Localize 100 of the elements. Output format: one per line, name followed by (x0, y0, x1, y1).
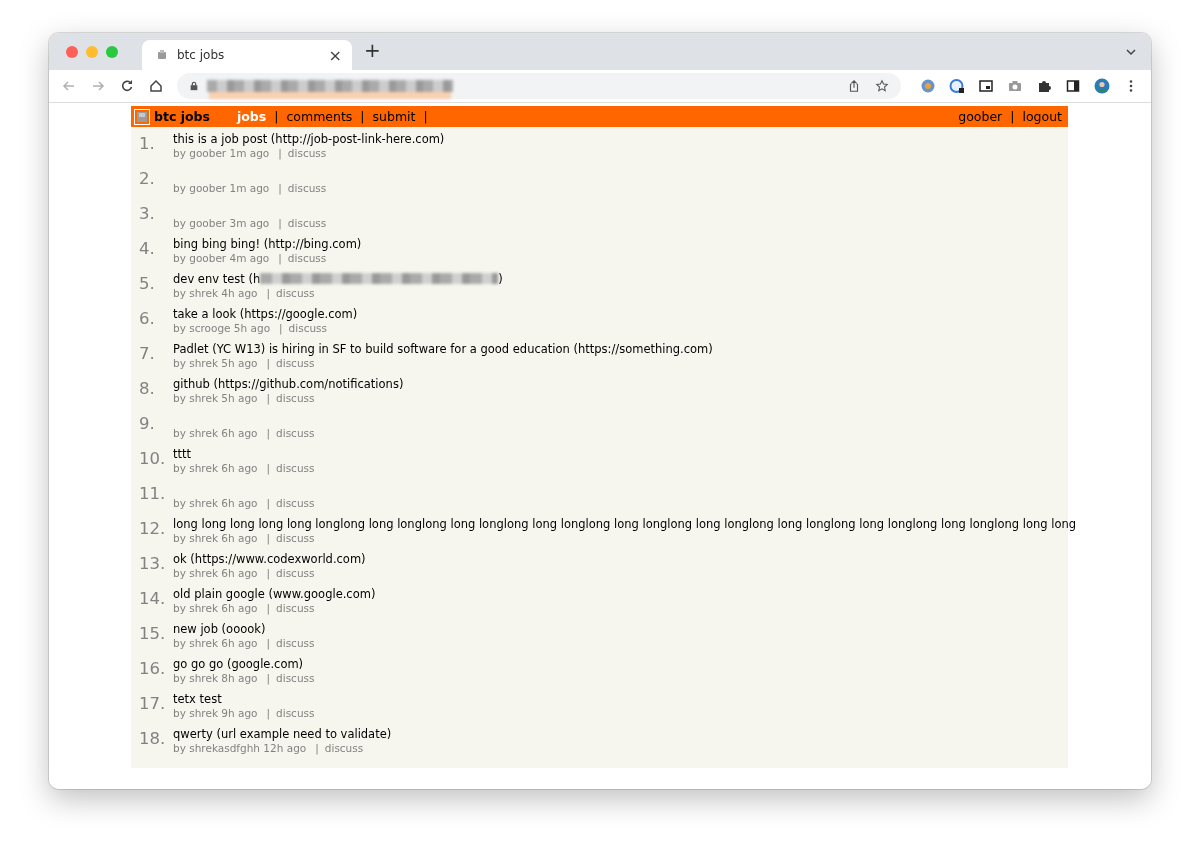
separator: | (266, 497, 271, 509)
rank-number: 14. (138, 588, 167, 610)
discuss-link[interactable]: discuss (288, 322, 328, 334)
discuss-link[interactable]: discuss (287, 147, 327, 159)
separator: | (266, 567, 271, 579)
discuss-link[interactable]: discuss (276, 427, 315, 439)
rank-number: 17. (138, 693, 167, 715)
discuss-link[interactable]: discuss (276, 532, 315, 544)
byline: by shrek 8h ago (173, 672, 258, 684)
rank-number: 10. (138, 448, 167, 470)
byline: by shrek 6h ago (173, 532, 258, 544)
discuss-link[interactable]: discuss (276, 602, 315, 614)
separator: | (360, 109, 365, 124)
separator: | (266, 602, 271, 614)
discuss-link[interactable]: discuss (287, 217, 327, 229)
job-title-link[interactable]: take a look (https://google.com) (173, 306, 358, 321)
byline: by shrek 6h ago (173, 427, 258, 439)
discuss-link[interactable]: discuss (287, 182, 327, 194)
rank-number: 6. (138, 308, 156, 330)
rank-number: 18. (138, 728, 167, 750)
separator: | (274, 109, 279, 124)
side-panel-icon[interactable] (1065, 78, 1081, 94)
job-title-link[interactable]: github (https://github.com/notifications) (173, 376, 404, 391)
discuss-link[interactable]: discuss (276, 637, 315, 649)
job-title-link[interactable]: long long long long long longlong long longlong long longlong long longlong long longlong long longlong long longlong long longlong long longlong long long (173, 516, 1077, 531)
byline: by shrek 5h ago (173, 357, 258, 369)
byline: by shrekasdfghh 12h ago (173, 742, 307, 754)
job-title-link[interactable]: go go go (google.com) (173, 656, 304, 671)
rank-number: 7. (138, 343, 156, 365)
picture-in-picture-icon[interactable] (978, 78, 994, 94)
camera-icon[interactable] (1007, 78, 1023, 94)
username-link[interactable]: goober (958, 109, 1003, 124)
discuss-link[interactable]: discuss (324, 742, 364, 754)
separator: | (278, 217, 282, 229)
separator: | (266, 392, 271, 404)
byline: by goober 1m ago (173, 182, 270, 194)
separator: | (278, 252, 282, 264)
tab-title: btc jobs (177, 48, 226, 62)
logout-link[interactable]: logout (1022, 109, 1062, 124)
discuss-link[interactable]: discuss (276, 462, 315, 474)
site-title[interactable]: btc jobs (154, 109, 210, 124)
extension-icon[interactable] (920, 78, 936, 94)
byline: by goober 4m ago (173, 252, 270, 264)
rank-number: 13. (138, 553, 167, 575)
discuss-link[interactable]: discuss (276, 392, 315, 404)
byline: by shrek 6h ago (173, 462, 258, 474)
share-icon[interactable] (847, 79, 861, 93)
separator: | (266, 532, 271, 544)
byline: by shrek 6h ago (173, 497, 258, 509)
home-icon[interactable] (148, 78, 164, 94)
favicon-icon (156, 49, 168, 61)
job-title-link[interactable]: ) (498, 271, 503, 286)
separator: | (266, 707, 271, 719)
discuss-link[interactable]: discuss (276, 497, 315, 509)
byline: by goober 3m ago (173, 217, 270, 229)
job-title-link[interactable]: Padlet (YC W13) is hiring in SF to build software for a good education (https://something.com) (173, 341, 713, 356)
rank-number: 16. (138, 658, 167, 680)
close-tab-button[interactable]: × (328, 45, 342, 65)
browser-tab[interactable]: btc jobs × (142, 40, 352, 70)
discuss-link[interactable]: discuss (276, 672, 315, 684)
separator: | (266, 357, 271, 369)
discuss-link[interactable]: discuss (276, 287, 315, 299)
rank-number: 3. (138, 203, 156, 225)
job-title-link[interactable]: ok (https://www.codexworld.com) (173, 551, 366, 566)
discuss-link[interactable]: discuss (276, 567, 315, 579)
byline: by shrek 6h ago (173, 637, 258, 649)
job-title-link[interactable]: new job (ooook) (173, 621, 266, 636)
reload-icon[interactable] (119, 78, 135, 94)
separator: | (266, 462, 271, 474)
job-title-link[interactable]: old plain google (www.google.com) (173, 586, 376, 601)
separator: | (266, 672, 271, 684)
separator: | (266, 287, 271, 299)
puzzle-icon[interactable] (1036, 78, 1052, 94)
job-title-link[interactable]: tetx test (173, 691, 222, 706)
job-title-link[interactable]: tttt (173, 446, 192, 461)
avatar-icon[interactable] (1094, 78, 1110, 94)
separator: | (423, 109, 428, 124)
discuss-link[interactable]: discuss (287, 252, 327, 264)
nav-link[interactable]: comments (286, 109, 353, 124)
lock-icon (189, 81, 199, 91)
job-title-link[interactable]: qwerty (url example need to validate) (173, 726, 392, 741)
byline: by shrek 4h ago (173, 287, 258, 299)
new-tab-button[interactable]: + (364, 37, 381, 62)
byline: by goober 1m ago (173, 147, 270, 159)
separator: | (278, 182, 282, 194)
separator: | (279, 322, 283, 334)
job-title-link[interactable]: dev env test (h (173, 271, 261, 286)
nav-link[interactable]: submit (372, 109, 416, 124)
job-title-link[interactable]: bing bing bing! (http://bing.com) (173, 236, 362, 251)
password-manager-icon[interactable] (949, 78, 965, 94)
job-title-link[interactable]: this is a job post (http://job-post-link-here.com) (173, 131, 445, 146)
byline: by shrek 5h ago (173, 392, 258, 404)
rank-number: 8. (138, 378, 156, 400)
discuss-link[interactable]: discuss (276, 357, 315, 369)
rank-number: 9. (138, 413, 156, 435)
rank-number: 2. (138, 168, 156, 190)
star-icon[interactable] (875, 79, 889, 93)
discuss-link[interactable]: discuss (276, 707, 315, 719)
logo-icon[interactable] (134, 108, 150, 125)
separator: | (1010, 109, 1015, 124)
